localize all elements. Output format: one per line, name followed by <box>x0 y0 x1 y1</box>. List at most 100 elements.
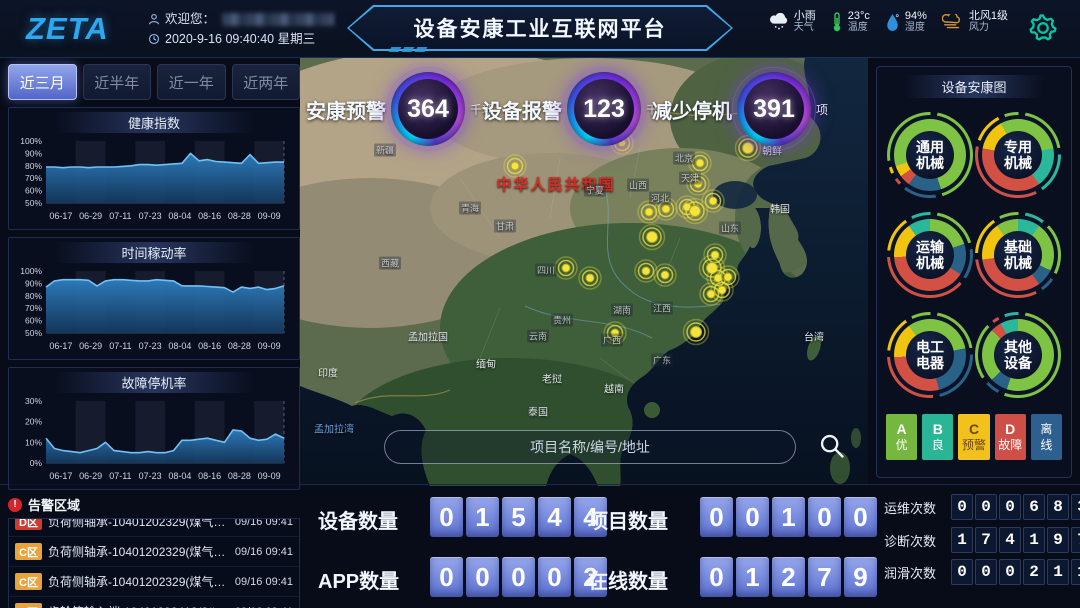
svg-text:08-28: 08-28 <box>228 211 251 221</box>
weather-wind: 北风1级风力 <box>942 10 1008 34</box>
alert-time: 09/16 09:41 <box>235 576 293 588</box>
alert-row[interactable]: C区负荷侧轴承-10401202329(煤气引风机电...09/16 09:41 <box>9 567 299 597</box>
stat-ring: 123 <box>567 72 641 146</box>
datetime: 2020-9-16 09:40:40 星期三 <box>165 29 315 49</box>
counter-digit-cell: 0 <box>951 559 973 585</box>
user-icon <box>148 13 160 25</box>
counter-label: 润滑次数 <box>884 563 944 582</box>
legend-A: A优 <box>886 414 917 460</box>
alert-row[interactable]: C区齿轮箱输入端-10401202412(2#（2V）...09/16 09:4… <box>9 597 299 608</box>
svg-text:06-17: 06-17 <box>49 471 72 481</box>
weather-label: 温度 <box>848 22 870 34</box>
svg-text:70%: 70% <box>25 173 42 183</box>
chart-title: 时间稼动率 <box>54 242 254 263</box>
stat-label: 设备报警 <box>482 95 562 124</box>
svg-text:50%: 50% <box>25 328 42 338</box>
stat-2: 减少停机391项 <box>652 72 828 146</box>
weather-label: 湿度 <box>905 22 927 34</box>
chart-panel-0: 健康指数100%90%80%70%60%50%06-1706-2907-1107… <box>8 107 300 230</box>
digit-cell: 2 <box>772 557 805 597</box>
map-area[interactable]: 中华人民共和国朝鲜韩国台湾越南老挝泰国缅甸孟加拉国印度孟加拉湾蒙古新疆青海西藏甘… <box>300 58 868 486</box>
project-search[interactable] <box>384 430 796 464</box>
svg-text:08-16: 08-16 <box>198 341 221 351</box>
stat-label: 减少停机 <box>652 95 732 124</box>
counter-label: 诊断次数 <box>884 531 944 550</box>
counter-digits: 174197 <box>951 527 1080 553</box>
alert-list[interactable]: D区负荷侧轴承-10401202329(煤气引风机电...09/16 09:41… <box>8 518 300 608</box>
zeta-logo: ZETA <box>26 11 109 47</box>
svg-text:07-11: 07-11 <box>109 471 131 481</box>
svg-text:08-04: 08-04 <box>168 211 191 221</box>
svg-text:80%: 80% <box>25 161 42 171</box>
counter-digit-cell: 0 <box>999 559 1021 585</box>
alert-grade-badge: C区 <box>15 543 42 560</box>
alert-row[interactable]: D区负荷侧轴承-10401202329(煤气引风机电...09/16 09:41 <box>9 518 299 537</box>
time-filter-2[interactable]: 近一年 <box>157 64 226 100</box>
counter-digit-cell: 0 <box>951 494 973 520</box>
counter-digit-cell: 9 <box>1047 527 1069 553</box>
counter-digit-cell: 7 <box>975 527 997 553</box>
weather-bar: 小雨天气 23°c温度 94%湿度 北风1级风力 <box>769 10 1008 34</box>
svg-text:06-29: 06-29 <box>79 341 102 351</box>
stat-0: 安康预警364千项 <box>306 72 494 146</box>
wind-icon <box>942 14 964 30</box>
bottom-stat-label-设备数量: 设备数量 <box>318 505 398 534</box>
digit-cell: 0 <box>466 557 499 597</box>
thermometer-icon <box>831 12 843 32</box>
weather-label: 天气 <box>794 22 816 34</box>
counter-digit-cell: 1 <box>1071 559 1080 585</box>
weather-value: 23°c <box>848 10 870 22</box>
svg-text:08-04: 08-04 <box>168 471 191 481</box>
gauge-label: 运输机械 <box>906 231 954 279</box>
digit-cell: 1 <box>466 497 499 537</box>
page-title-frame: 设备安康工业互联网平台 <box>347 5 733 51</box>
svg-text:09-09: 09-09 <box>258 211 281 221</box>
digit-cell: 0 <box>430 557 463 597</box>
time-filter-1[interactable]: 近半年 <box>83 64 152 100</box>
svg-text:20%: 20% <box>25 417 42 427</box>
counter-digits: 000211 <box>951 559 1080 585</box>
header: ZETA 欢迎您： 2020-9-16 09:40:40 星期三 设备安康工业互… <box>0 0 1080 58</box>
alerts-section: ! 告警区域 D区负荷侧轴承-10401202329(煤气引风机电...09/1… <box>8 495 300 608</box>
alert-row[interactable]: C区负荷侧轴承-10401202329(煤气引风机电...09/16 09:41 <box>9 537 299 567</box>
stat-ring: 391 <box>737 72 811 146</box>
svg-text:60%: 60% <box>25 316 42 326</box>
svg-text:08-28: 08-28 <box>228 471 251 481</box>
digit-cell: 0 <box>502 557 535 597</box>
search-icon[interactable] <box>818 432 846 460</box>
svg-text:80%: 80% <box>25 291 42 301</box>
gauge-电工电器: 电工电器 <box>887 312 973 398</box>
alert-text: 齿轮箱输入端-10401202412(2#（2V）... <box>48 603 229 608</box>
page-title: 设备安康工业互联网平台 <box>349 7 731 49</box>
search-input[interactable] <box>385 431 795 463</box>
time-filter-0[interactable]: 近三月 <box>8 64 77 100</box>
gear-icon[interactable] <box>1028 13 1058 43</box>
legend-B: B良 <box>922 414 953 460</box>
digit-cell: 7 <box>808 557 841 597</box>
time-filter-3[interactable]: 近两年 <box>232 64 301 100</box>
svg-text:07-23: 07-23 <box>139 471 162 481</box>
digit-cell: 9 <box>844 557 877 597</box>
gauge-label: 其他设备 <box>994 331 1042 379</box>
weather-value: 94% <box>905 10 927 22</box>
digit-cell: 1 <box>772 497 805 537</box>
gauge-基础机械: 基础机械 <box>975 212 1061 298</box>
bottom-stat-digits: 01544 <box>430 497 607 537</box>
svg-text:08-04: 08-04 <box>168 341 191 351</box>
digit-cell: 0 <box>736 497 769 537</box>
gauge-label: 通用机械 <box>906 131 954 179</box>
gauge-运输机械: 运输机械 <box>887 212 973 298</box>
svg-text:08-16: 08-16 <box>198 211 221 221</box>
alert-grade-badge: C区 <box>15 603 42 608</box>
svg-text:07-23: 07-23 <box>139 341 162 351</box>
gauge-label: 电工电器 <box>906 331 954 379</box>
counter-digit-cell: 8 <box>1047 494 1069 520</box>
counter-digit-cell: 0 <box>975 494 997 520</box>
gauge-其他设备: 其他设备 <box>975 312 1061 398</box>
alerts-title: 告警区域 <box>28 495 80 514</box>
stat-1: 设备报警123千项 <box>482 72 670 146</box>
health-panel: 设备安康图 通用机械专用机械运输机械基础机械电工电器其他设备 A优B良C预警D故… <box>876 66 1072 478</box>
svg-text:100%: 100% <box>20 266 42 276</box>
counter-digit-cell: 4 <box>999 527 1021 553</box>
weather-value: 北风1级 <box>969 10 1008 22</box>
